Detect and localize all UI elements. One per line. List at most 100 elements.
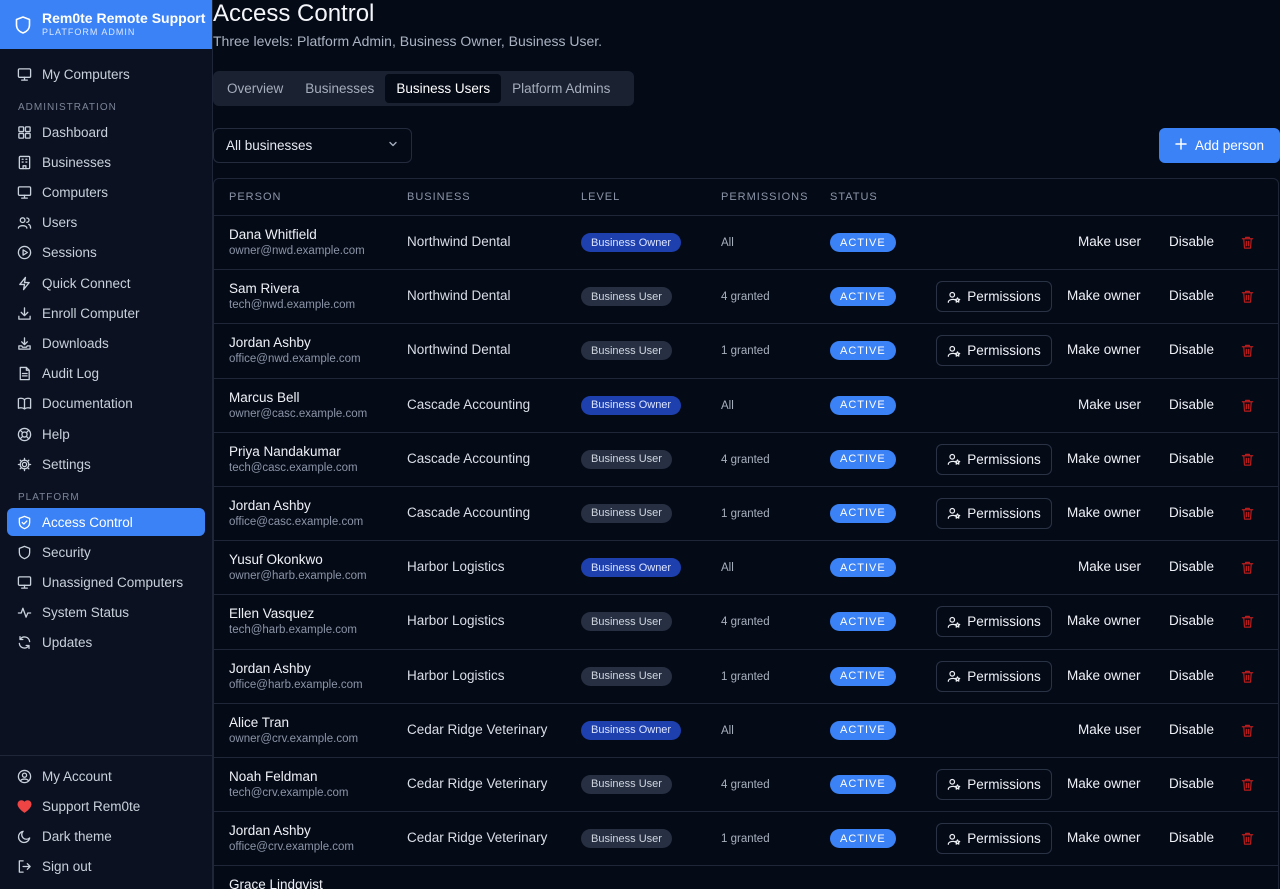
table-row: Noah Feldman tech@crv.example.com Cedar Ri… <box>214 758 1278 813</box>
sidebar-item-settings[interactable]: Settings <box>7 450 205 478</box>
person-name: Yusuf Okonkwo <box>229 552 323 568</box>
trash-icon[interactable] <box>1240 831 1255 846</box>
permissions-button[interactable]: Permissions <box>936 660 1052 692</box>
person-email: office@nwd.example.com <box>229 353 361 366</box>
disable-button[interactable]: Disable <box>1169 234 1214 249</box>
sidebar-item-businesses[interactable]: Businesses <box>7 148 205 176</box>
trash-icon[interactable] <box>1240 398 1255 413</box>
column-header-business: BUSINESS <box>407 191 471 203</box>
table-row: Jordan Ashby office@harb.example.com Harbo… <box>214 650 1278 704</box>
person-email: tech@crv.example.com <box>229 786 349 799</box>
sidebar-item-documentation[interactable]: Documentation <box>7 390 205 418</box>
disable-button[interactable]: Disable <box>1169 451 1214 466</box>
make-owner-button[interactable]: Make owner <box>1067 830 1141 845</box>
tab-platform-admins[interactable]: Platform Admins <box>501 74 621 103</box>
permissions-summary: All <box>721 237 734 249</box>
user-permissions-icon <box>947 344 961 358</box>
sidebar-item-label: Dashboard <box>42 124 109 140</box>
level-badge: Business User <box>581 666 672 686</box>
disable-button[interactable]: Disable <box>1169 397 1214 412</box>
business-name: Cascade Accounting <box>407 450 531 466</box>
sidebar-item-enroll-computer[interactable]: Enroll Computer <box>7 299 205 327</box>
plus-icon <box>1175 138 1187 153</box>
brand-name: Rem0te Remote Support <box>42 9 206 26</box>
sidebar-item-support-rem0te[interactable]: Support Rem0te <box>7 792 205 820</box>
make-owner-button[interactable]: Make owner <box>1067 342 1141 357</box>
disable-button[interactable]: Disable <box>1169 613 1214 628</box>
sidebar-item-label: Users <box>42 215 78 231</box>
permissions-button[interactable]: Permissions <box>936 335 1052 367</box>
disable-button[interactable]: Disable <box>1169 722 1214 737</box>
disable-button[interactable]: Disable <box>1169 668 1214 683</box>
sidebar-item-my-computers[interactable]: My Computers <box>7 60 205 88</box>
sidebar-item-security[interactable]: Security <box>7 538 205 566</box>
make-owner-button[interactable]: Make owner <box>1067 613 1141 628</box>
permissions-button[interactable]: Permissions <box>936 606 1052 638</box>
person-email: owner@harb.example.com <box>229 570 367 583</box>
disable-button[interactable]: Disable <box>1169 559 1214 574</box>
sidebar-item-sessions[interactable]: Sessions <box>7 239 205 267</box>
business-filter-select[interactable]: All businesses <box>213 128 412 163</box>
make-user-button[interactable]: Make user <box>1078 397 1141 412</box>
disable-button[interactable]: Disable <box>1169 830 1214 845</box>
user-permissions-icon <box>947 615 961 629</box>
make-owner-button[interactable]: Make owner <box>1067 288 1141 303</box>
sidebar-item-computers[interactable]: Computers <box>7 178 205 206</box>
trash-icon[interactable] <box>1240 723 1255 738</box>
tab-business-users[interactable]: Business Users <box>385 74 502 103</box>
trash-icon[interactable] <box>1240 343 1255 358</box>
trash-icon[interactable] <box>1240 777 1255 792</box>
sidebar-item-dashboard[interactable]: Dashboard <box>7 118 205 146</box>
brand-header[interactable]: Rem0te Remote Support PLATFORM ADMIN <box>0 0 212 49</box>
trash-icon[interactable] <box>1240 614 1255 629</box>
permissions-summary: 4 granted <box>721 616 770 629</box>
permissions-button[interactable]: Permissions <box>936 497 1052 529</box>
sidebar-item-unassigned-computers[interactable]: Unassigned Computers <box>7 568 205 596</box>
permissions-button[interactable]: Permissions <box>936 443 1052 475</box>
make-owner-button[interactable]: Make owner <box>1067 451 1141 466</box>
tab-overview[interactable]: Overview <box>216 74 294 103</box>
table-row: Jordan Ashby office@casc.example.com Casca… <box>214 487 1278 542</box>
sidebar-item-label: Audit Log <box>42 366 100 382</box>
disable-button[interactable]: Disable <box>1169 505 1214 520</box>
make-owner-button[interactable]: Make owner <box>1067 668 1141 683</box>
disable-button[interactable]: Disable <box>1169 288 1214 303</box>
make-user-button[interactable]: Make user <box>1078 234 1141 249</box>
sidebar-item-dark-theme[interactable]: Dark theme <box>7 822 205 850</box>
sign-out-icon <box>17 859 32 874</box>
trash-icon[interactable] <box>1240 560 1255 575</box>
sidebar-item-sign-out[interactable]: Sign out <box>7 853 205 881</box>
make-user-button[interactable]: Make user <box>1078 559 1141 574</box>
monitor-icon <box>17 575 32 590</box>
disable-button[interactable]: Disable <box>1169 776 1214 791</box>
status-badge: ACTIVE <box>830 341 896 361</box>
disable-button[interactable]: Disable <box>1169 342 1214 357</box>
sidebar-item-downloads[interactable]: Downloads <box>7 329 205 357</box>
sidebar-item-access-control[interactable]: Access Control <box>7 508 205 536</box>
add-person-button[interactable]: Add person <box>1159 128 1280 163</box>
level-badge: Business User <box>581 341 672 361</box>
trash-icon[interactable] <box>1240 506 1255 521</box>
sidebar-item-users[interactable]: Users <box>7 209 205 237</box>
user-permissions-icon <box>947 506 961 520</box>
permissions-button[interactable]: Permissions <box>936 823 1052 855</box>
sidebar-item-help[interactable]: Help <box>7 420 205 448</box>
sidebar-item-updates[interactable]: Updates <box>7 629 205 657</box>
make-owner-button[interactable]: Make owner <box>1067 505 1141 520</box>
sidebar-item-my-account[interactable]: My Account <box>7 762 205 790</box>
person-name: Sam Rivera <box>229 281 300 297</box>
sidebar-item-audit-log[interactable]: Audit Log <box>7 360 205 388</box>
permissions-button[interactable]: Permissions <box>936 768 1052 800</box>
trash-icon[interactable] <box>1240 452 1255 467</box>
make-owner-button[interactable]: Make owner <box>1067 776 1141 791</box>
sidebar-item-quick-connect[interactable]: Quick Connect <box>7 269 205 297</box>
make-user-button[interactable]: Make user <box>1078 722 1141 737</box>
permissions-button[interactable]: Permissions <box>936 281 1052 313</box>
trash-icon[interactable] <box>1240 289 1255 304</box>
business-name: Northwind Dental <box>407 342 511 358</box>
trash-icon[interactable] <box>1240 669 1255 684</box>
sidebar-item-system-status[interactable]: System Status <box>7 599 205 627</box>
trash-icon[interactable] <box>1240 235 1255 250</box>
person-email: tech@nwd.example.com <box>229 299 356 312</box>
tab-businesses[interactable]: Businesses <box>294 74 385 103</box>
